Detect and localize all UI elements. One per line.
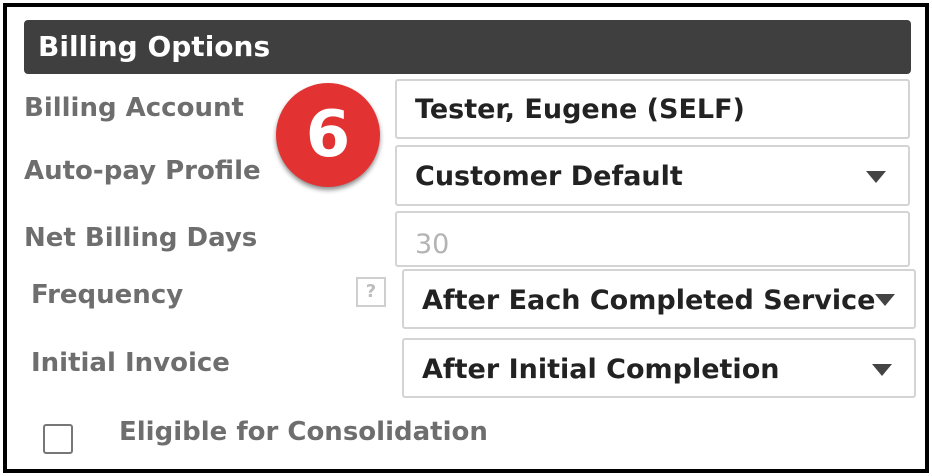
consolidation-label: Eligible for Consolidation	[119, 417, 488, 447]
billing-account-label: Billing Account	[24, 93, 244, 123]
caret-down-icon	[866, 171, 886, 183]
frequency-value: After Each Completed Service	[422, 285, 876, 316]
initial-invoice-select[interactable]: After Initial Completion	[402, 338, 916, 398]
section-header: Billing Options	[24, 20, 911, 74]
billing-account-value: Tester, Eugene (SELF)	[415, 94, 745, 125]
net-billing-days-value: 30	[415, 229, 450, 260]
autopay-profile-value: Customer Default	[415, 161, 683, 192]
autopay-profile-label: Auto-pay Profile	[24, 156, 261, 186]
net-billing-days-field[interactable]: 30	[395, 211, 910, 267]
step-number-badge: 6	[276, 83, 380, 187]
autopay-profile-select[interactable]: Customer Default	[395, 145, 910, 206]
initial-invoice-label: Initial Invoice	[31, 348, 230, 378]
help-icon[interactable]: ?	[356, 277, 386, 307]
net-billing-days-label: Net Billing Days	[24, 223, 258, 253]
billing-options-panel: Billing Options Billing Account Tester, …	[3, 3, 929, 473]
frequency-label: Frequency	[31, 280, 184, 310]
caret-down-icon	[875, 294, 895, 306]
frequency-select[interactable]: After Each Completed Service	[402, 269, 916, 329]
initial-invoice-value: After Initial Completion	[422, 354, 780, 385]
billing-account-field[interactable]: Tester, Eugene (SELF)	[395, 79, 910, 139]
section-title: Billing Options	[38, 30, 271, 63]
caret-down-icon	[872, 364, 892, 376]
consolidation-checkbox[interactable]	[43, 424, 73, 454]
